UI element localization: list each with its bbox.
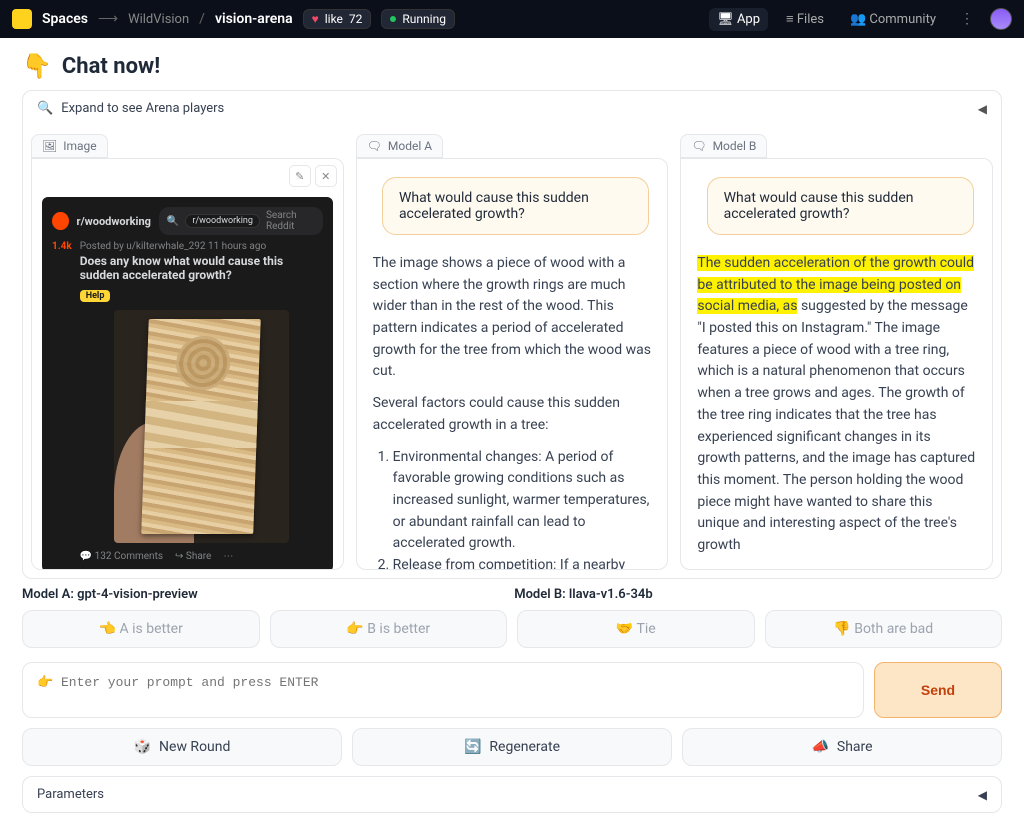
new-round-button[interactable]: 🎲 New Round	[22, 728, 342, 766]
expand-label: Expand to see Arena players	[61, 101, 224, 116]
model-a-chat: What would cause this sudden accelerated…	[356, 158, 669, 570]
list-item: Environmental changes: A period of favor…	[393, 447, 652, 555]
vote-a-better-button[interactable]: 👈 A is better	[22, 610, 260, 648]
parameters-accordion[interactable]: Parameters ◀	[22, 776, 1002, 813]
status-text: Running	[402, 12, 446, 26]
magnifier-icon: 🔍	[37, 101, 53, 116]
like-count: 72	[349, 12, 363, 26]
close-icon[interactable]: ✕	[315, 165, 337, 187]
hf-logo-icon	[12, 9, 32, 29]
share-button[interactable]: 📣 Share	[682, 728, 1002, 766]
overflow-menu-icon[interactable]: ⋮	[954, 11, 980, 27]
model-a-tab[interactable]: 🗨 Model A	[356, 134, 443, 158]
expand-players-accordion[interactable]: 🔍 Expand to see Arena players ◀	[23, 91, 1001, 126]
list-item: Release from competition: If a nearby	[393, 555, 652, 570]
post-title: Does any know what would cause this sudd…	[80, 254, 323, 282]
nav-files[interactable]: ≡ Files	[778, 7, 832, 31]
model-a-label: Model A: gpt-4-vision-preview	[22, 587, 502, 602]
nav-community[interactable]: 👥 Community	[842, 8, 944, 31]
reddit-search: 🔍r/woodworkingSearch Reddit	[159, 207, 323, 235]
user-avatar[interactable]	[990, 8, 1012, 30]
top-bar: Spaces ⟶ WildVision / vision-arena ♥like…	[0, 0, 1024, 38]
pointing-down-icon: 👇	[22, 52, 52, 80]
model-a-response: The image shows a piece of wood with a s…	[367, 249, 658, 570]
send-button[interactable]: Send	[874, 662, 1002, 718]
image-panel: ✎ ✕ r/woodworking 🔍r/woodworkingSearch R…	[31, 158, 344, 570]
vote-count: 1.4k	[52, 241, 72, 562]
model-b-chat: What would cause this sudden accelerated…	[680, 158, 993, 570]
like-pill[interactable]: ♥like72	[303, 9, 372, 29]
separator: ⟶	[98, 11, 118, 27]
repo-link[interactable]: vision-arena	[215, 11, 293, 27]
prompt-input[interactable]	[22, 662, 864, 718]
running-status: Running	[381, 9, 455, 29]
comments-icon: 💬 132 Comments	[80, 551, 163, 562]
vote-tie-button[interactable]: 🤝 Tie	[517, 610, 755, 648]
vote-both-bad-button[interactable]: 👎 Both are bad	[765, 610, 1003, 648]
wood-photo	[114, 310, 289, 543]
owner-link[interactable]: WildVision	[128, 12, 189, 27]
status-dot-icon	[390, 16, 396, 22]
edit-icon[interactable]: ✎	[289, 165, 311, 187]
image-tab[interactable]: 🖼 Image	[31, 134, 108, 158]
user-bubble-b: What would cause this sudden accelerated…	[707, 177, 974, 235]
page-title: 👇 Chat now!	[22, 52, 1002, 80]
triangle-collapsed-icon: ◀	[978, 788, 987, 802]
regenerate-button[interactable]: 🔄 Regenerate	[352, 728, 672, 766]
brand-label[interactable]: Spaces	[42, 11, 88, 27]
heart-icon: ♥	[312, 12, 319, 26]
post-meta: Posted by u/kilterwhale_292 11 hours ago	[80, 241, 323, 252]
nav-app[interactable]: 🖥 App	[709, 8, 768, 31]
share-icon: ↪ Share	[175, 551, 211, 562]
model-b-label: Model B: llava-v1.6-34b	[514, 587, 652, 602]
parameters-label: Parameters	[37, 787, 104, 802]
reddit-logo-icon	[52, 212, 69, 230]
uploaded-image-preview[interactable]: r/woodworking 🔍r/woodworkingSearch Reddi…	[42, 197, 333, 570]
subreddit-name: r/woodworking	[77, 215, 151, 228]
vote-b-better-button[interactable]: 👉 B is better	[270, 610, 508, 648]
flair-badge: Help	[80, 290, 111, 302]
model-b-response: The sudden acceleration of the growth co…	[691, 249, 982, 570]
triangle-collapsed-icon: ◀	[978, 102, 987, 116]
user-bubble-a: What would cause this sudden accelerated…	[382, 177, 649, 235]
model-b-tab[interactable]: 🗨 Model B	[680, 134, 767, 158]
